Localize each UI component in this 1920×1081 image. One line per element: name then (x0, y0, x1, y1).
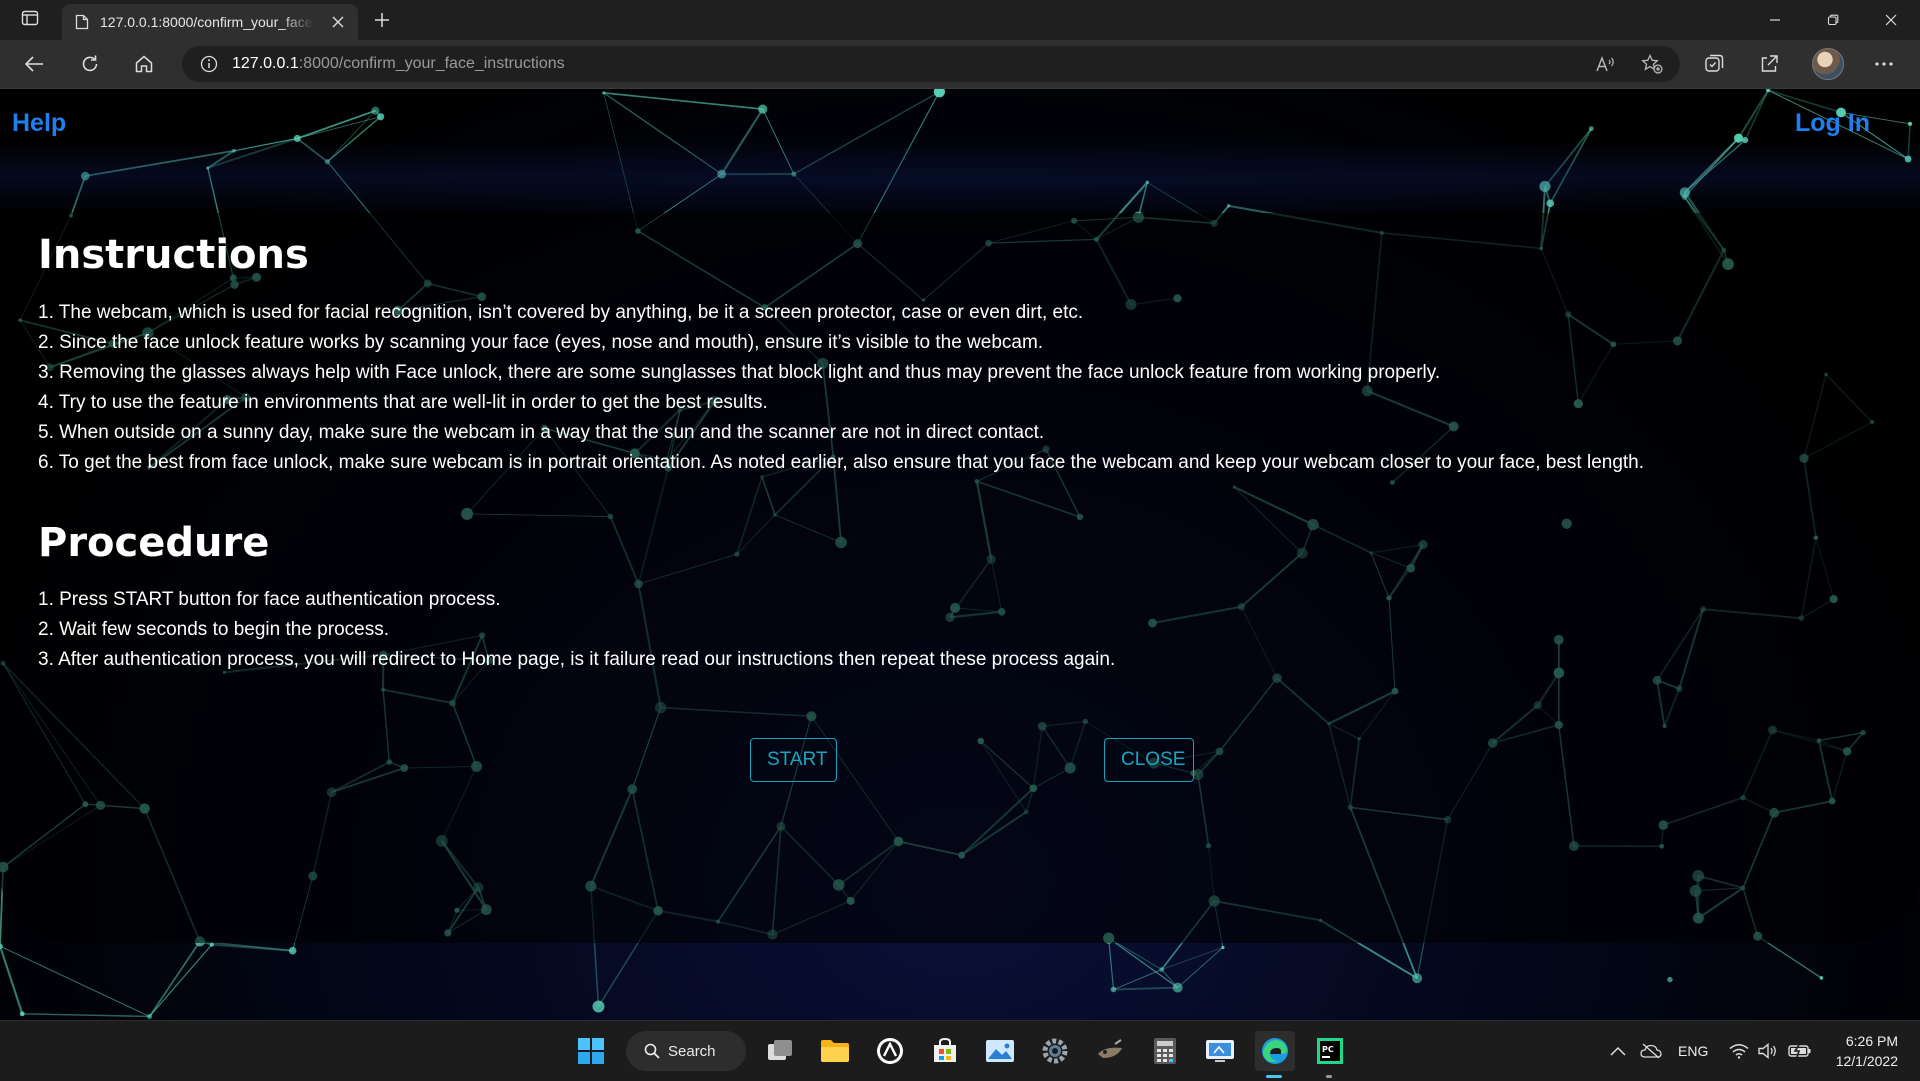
collections-icon[interactable] (1698, 48, 1730, 80)
back-icon[interactable] (18, 48, 50, 80)
sidebar-toggle-icon (21, 9, 39, 32)
taskbar: Search PC ENG (0, 1020, 1920, 1081)
microsoft-store-icon[interactable] (925, 1031, 965, 1071)
wifi-icon[interactable] (1729, 1021, 1749, 1081)
home-icon[interactable] (128, 48, 160, 80)
browser-toolbar: 127.0.0.1:8000/confirm_your_face_instruc… (0, 40, 1920, 89)
favorite-add-icon[interactable] (1636, 48, 1668, 80)
battery-icon[interactable] (1788, 1021, 1812, 1081)
clock-date: 12/1/2022 (1836, 1051, 1898, 1071)
list-item: 2. Wait few seconds to begin the process… (38, 615, 1115, 645)
list-item: 3. After authentication process, you wil… (38, 645, 1115, 675)
windows-start-icon[interactable] (571, 1031, 611, 1071)
window-close-icon[interactable] (1862, 0, 1920, 40)
address-bar[interactable]: 127.0.0.1:8000/confirm_your_face_instruc… (182, 46, 1680, 82)
open-app-indicator (1326, 1075, 1332, 1078)
clock-time: 6:26 PM (1836, 1031, 1898, 1051)
info-icon[interactable] (200, 55, 218, 73)
list-item: 2. Since the face unlock feature works b… (38, 328, 1644, 358)
minimize-icon[interactable] (1746, 0, 1804, 40)
snipping-icon[interactable] (1090, 1031, 1130, 1071)
share-icon[interactable] (1753, 48, 1785, 80)
remote-desktop-icon[interactable] (1200, 1031, 1240, 1071)
browser-tab-active[interactable]: 127.0.0.1:8000/confirm_your_face_instruc… (62, 4, 358, 40)
calculator-icon[interactable] (1145, 1031, 1185, 1071)
window-controls (1746, 0, 1920, 40)
instructions-list: 1. The webcam, which is used for facial … (38, 298, 1644, 478)
language-indicator[interactable]: ENG (1678, 1021, 1708, 1081)
file-explorer-icon[interactable] (815, 1031, 855, 1071)
task-view-icon[interactable] (760, 1031, 800, 1071)
system-clock[interactable]: 6:26 PM 12/1/2022 (1836, 1031, 1898, 1071)
pycharm-icon[interactable]: PC (1310, 1031, 1350, 1071)
more-icon[interactable] (1868, 48, 1900, 80)
browser-tab-bar: 127.0.0.1:8000/confirm_your_face_instruc… (0, 0, 1920, 40)
list-item: 1. The webcam, which is used for facial … (38, 298, 1644, 328)
page-viewport: Help Log In Instructions 1. The webcam, … (0, 89, 1920, 1020)
list-item: 4. Try to use the feature in environment… (38, 388, 1644, 418)
app-circle-icon[interactable] (870, 1031, 910, 1071)
header-band (0, 141, 1920, 213)
restore-icon[interactable] (1804, 0, 1862, 40)
url-text[interactable]: 127.0.0.1:8000/confirm_your_face_instruc… (232, 55, 565, 73)
volume-icon[interactable] (1758, 1021, 1778, 1081)
procedure-heading: Procedure (38, 520, 269, 566)
active-app-indicator (1266, 1075, 1282, 1078)
chevron-up-icon[interactable] (1610, 1021, 1626, 1081)
profile-avatar[interactable] (1812, 48, 1844, 80)
read-aloud-icon[interactable] (1590, 48, 1622, 80)
taskbar-search[interactable]: Search (626, 1031, 746, 1071)
cloud-offline-icon[interactable] (1640, 1021, 1662, 1081)
list-item: 1. Press START button for face authentic… (38, 585, 1115, 615)
procedure-list: 1. Press START button for face authentic… (38, 585, 1115, 675)
list-item: 6. To get the best from face unlock, mak… (38, 448, 1644, 478)
refresh-icon[interactable] (74, 48, 106, 80)
list-item: 3. Removing the glasses always help with… (38, 358, 1644, 388)
plus-icon[interactable] (370, 8, 394, 32)
close-icon[interactable] (330, 14, 346, 30)
settings-icon[interactable] (1035, 1031, 1075, 1071)
search-label: Search (668, 1043, 716, 1060)
close-button[interactable]: CLOSE (1104, 738, 1194, 782)
photos-icon[interactable] (980, 1031, 1020, 1071)
tab-actions-button[interactable] (0, 0, 60, 40)
login-link[interactable]: Log In (1795, 109, 1870, 138)
search-icon (644, 1043, 660, 1059)
edge-icon[interactable] (1255, 1031, 1295, 1071)
address-bar-actions (1590, 48, 1668, 80)
page-icon (74, 14, 90, 30)
instructions-heading: Instructions (38, 232, 309, 278)
list-item: 5. When outside on a sunny day, make sur… (38, 418, 1644, 448)
help-link[interactable]: Help (12, 109, 66, 138)
start-button[interactable]: START (750, 738, 837, 782)
tab-title: 127.0.0.1:8000/confirm_your_face_instruc… (100, 14, 314, 30)
svg-text:PC: PC (1322, 1045, 1334, 1054)
